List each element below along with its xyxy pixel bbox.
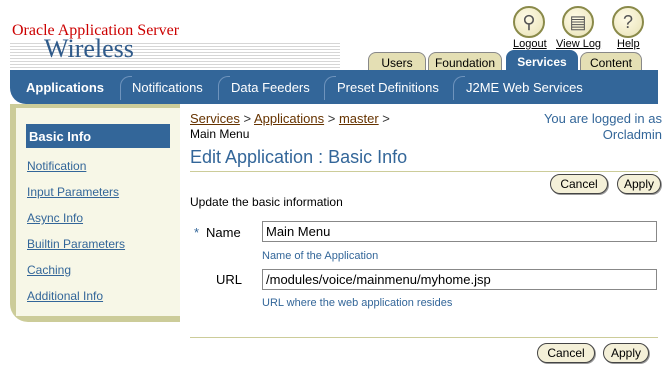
tab-services[interactable]: Services [506, 50, 578, 72]
breadcrumb-separator: > [382, 111, 390, 126]
login-info: You are logged in as Orcladmin [544, 111, 662, 143]
breadcrumb-master[interactable]: master [339, 111, 379, 126]
breadcrumb-separator: > [243, 111, 252, 126]
apply-button-bottom[interactable]: Apply [603, 343, 649, 363]
nav-separator [120, 76, 132, 100]
cancel-button-bottom[interactable]: Cancel [537, 343, 595, 363]
nav-separator [218, 76, 230, 100]
breadcrumb-separator: > [327, 111, 336, 126]
view-log-link[interactable]: ▤ [562, 6, 594, 38]
nav-notifications[interactable]: Notifications [132, 76, 203, 98]
title-divider [190, 171, 658, 172]
breadcrumb: Services > Applications > master > [190, 111, 390, 126]
nav-separator [453, 76, 465, 100]
name-hint: Name of the Application [262, 250, 379, 262]
logout-icon: ⚲ [513, 6, 545, 38]
name-label: Name [206, 225, 241, 240]
nav-separator [324, 76, 336, 100]
help-link[interactable]: ? [612, 6, 644, 38]
logout-label[interactable]: Logout [513, 38, 547, 50]
view-log-label[interactable]: View Log [556, 38, 601, 50]
brand-main-text: Wireless [44, 34, 134, 63]
nav-data-feeders[interactable]: Data Feeders [231, 76, 310, 98]
tab-foundation[interactable]: Foundation [428, 52, 502, 72]
instructions-text: Update the basic information [190, 195, 343, 209]
login-user: Orcladmin [602, 127, 662, 142]
breadcrumb-current: Main Menu [190, 127, 250, 141]
url-label: URL [216, 272, 243, 287]
breadcrumb-applications[interactable]: Applications [254, 111, 324, 126]
sidebar-item-notification[interactable]: Notification [27, 159, 86, 173]
apply-button-top[interactable]: Apply [617, 174, 661, 194]
help-icon: ? [612, 6, 644, 38]
url-hint: URL where the web application resides [262, 297, 453, 309]
breadcrumb-services[interactable]: Services [190, 111, 240, 126]
sidebar-item-builtin-parameters[interactable]: Builtin Parameters [27, 237, 125, 251]
required-icon: * [194, 225, 200, 240]
form-divider [190, 337, 658, 338]
sidebar-item-basic-info[interactable]: Basic Info [26, 124, 170, 148]
tab-users[interactable]: Users [368, 52, 426, 72]
login-line-1: You are logged in as [543, 111, 662, 126]
view-log-icon: ▤ [562, 6, 594, 38]
url-field[interactable]: /modules/voice/mainmenu/myhome.jsp [262, 269, 657, 290]
sidebar-item-async-info[interactable]: Async Info [27, 211, 83, 225]
nav-applications[interactable]: Applications [26, 76, 104, 98]
page: Oracle Application Server Wireless ⚲ Log… [0, 0, 666, 371]
tab-content[interactable]: Content [580, 52, 642, 72]
sidebar-item-input-parameters[interactable]: Input Parameters [27, 185, 119, 199]
name-field[interactable]: Main Menu [262, 221, 657, 242]
sidebar-item-additional-info[interactable]: Additional Info [27, 289, 103, 303]
cancel-button-top[interactable]: Cancel [550, 174, 608, 194]
help-label[interactable]: Help [617, 38, 640, 50]
nav-preset-definitions[interactable]: Preset Definitions [337, 76, 439, 98]
logout-link[interactable]: ⚲ [513, 6, 545, 38]
page-title: Edit Application : Basic Info [190, 147, 408, 167]
sidebar-item-caching[interactable]: Caching [27, 263, 71, 277]
nav-j2me-web-services[interactable]: J2ME Web Services [466, 76, 583, 98]
